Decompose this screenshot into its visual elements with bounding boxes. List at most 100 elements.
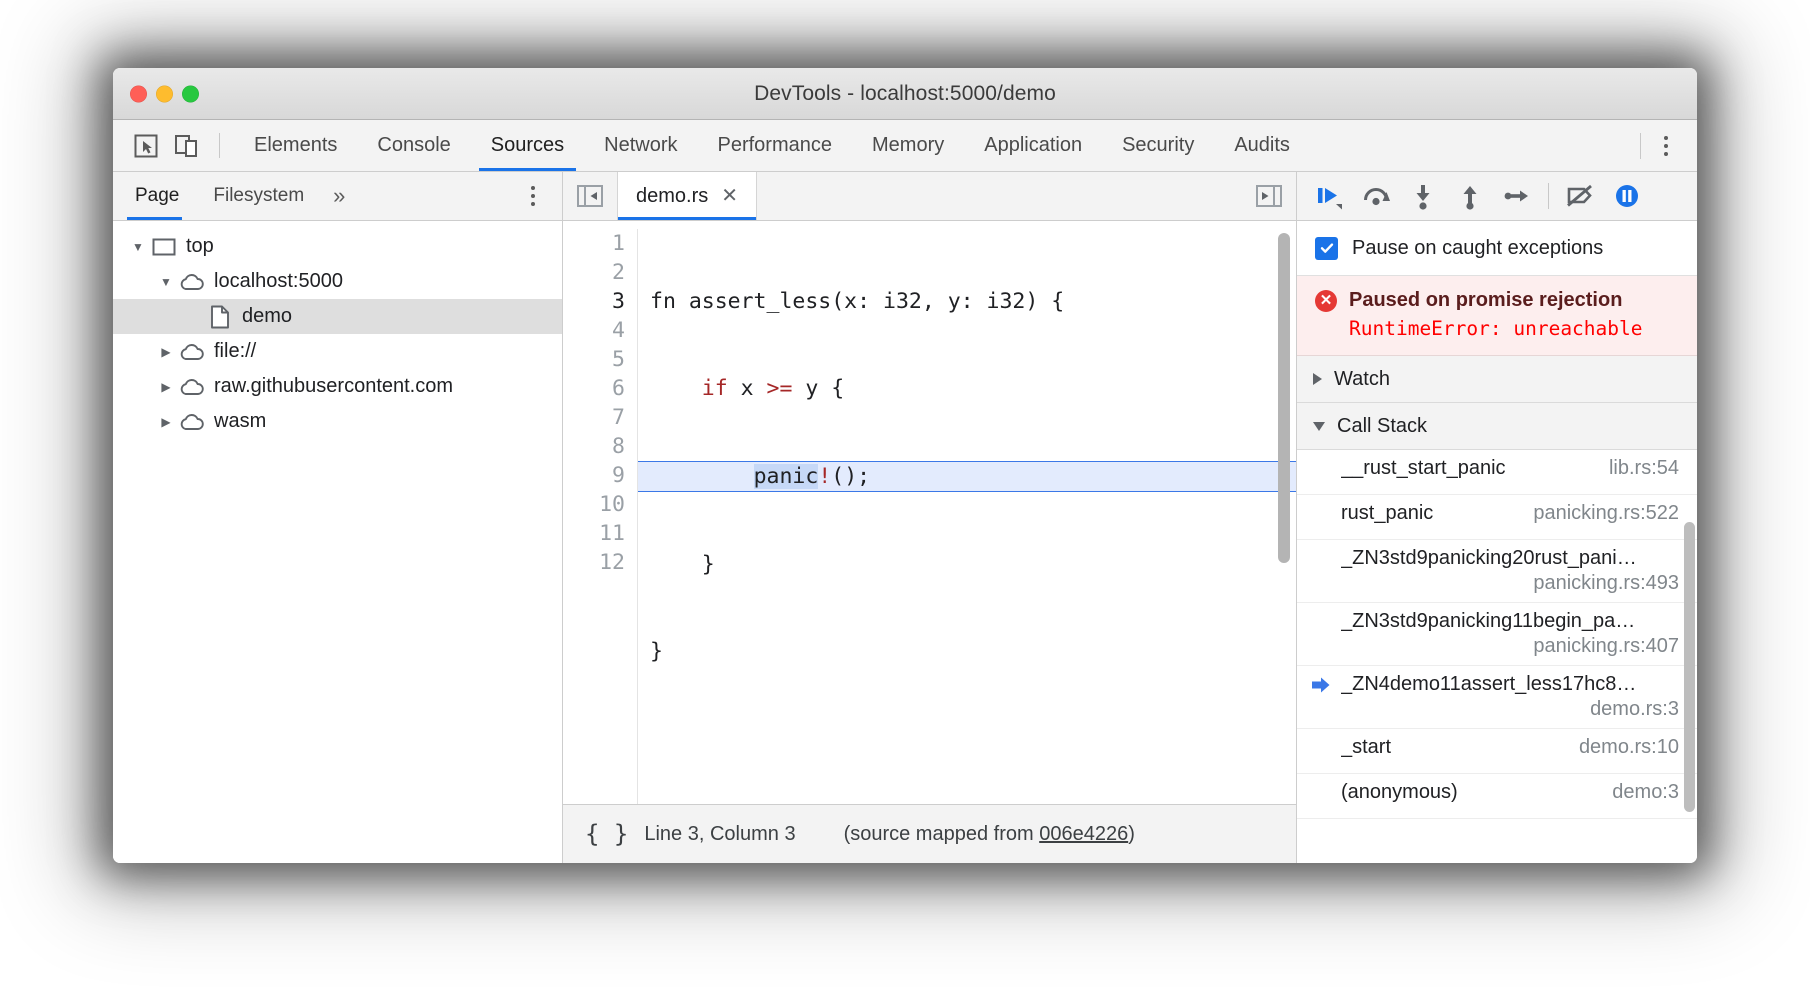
tab-audits[interactable]: Audits [1214, 120, 1310, 171]
call-stack-frame[interactable]: _ZN3std9panicking11begin_pa… panicking.r… [1297, 603, 1697, 666]
close-window-button[interactable] [130, 85, 147, 102]
source-map-link[interactable]: 006e4226 [1039, 823, 1128, 845]
code-text: y { [792, 376, 844, 401]
show-navigator-icon[interactable] [563, 172, 617, 220]
call-stack-frame[interactable]: __rust_start_panic lib.rs:54 [1297, 450, 1697, 495]
tab-security[interactable]: Security [1102, 120, 1214, 171]
code-line-1[interactable]: fn assert_less(x: i32, y: i32) { [650, 287, 1296, 316]
line-number-gutter[interactable]: 1 2 3 4 5 6 7 8 9 10 11 12 [563, 229, 638, 804]
line-number[interactable]: 2 [563, 258, 625, 287]
navigator-tabbar: Page Filesystem » [113, 172, 562, 221]
editor-scrollbar[interactable] [1278, 233, 1290, 563]
chevron-down-icon[interactable] [1313, 422, 1325, 431]
call-stack-frame[interactable]: _ZN3std9panicking20rust_pani… panicking.… [1297, 540, 1697, 603]
paused-banner-message: RuntimeError: unreachable [1315, 312, 1679, 340]
line-number[interactable]: 4 [563, 316, 625, 345]
call-stack-frame-location: demo.rs:3 [1311, 696, 1679, 721]
code-line-6[interactable] [650, 724, 1296, 753]
tab-network[interactable]: Network [584, 120, 697, 171]
close-icon[interactable]: ✕ [721, 186, 738, 206]
pretty-print-braces-icon[interactable]: { } [563, 820, 644, 848]
line-number[interactable]: 7 [563, 403, 625, 432]
tree-item-localhost[interactable]: ▼ localhost:5000 [113, 264, 562, 299]
paused-banner: ✕ Paused on promise rejection RuntimeErr… [1297, 276, 1697, 356]
navigator-tab-page[interactable]: Page [113, 172, 196, 220]
tab-elements[interactable]: Elements [234, 120, 357, 171]
editor-tab-demo-rs[interactable]: demo.rs ✕ [617, 172, 757, 220]
call-stack-frame-current[interactable]: _ZN4demo11assert_less17hc8… demo.rs:3 [1297, 666, 1697, 729]
chevron-down-icon[interactable]: ▼ [155, 275, 177, 289]
resume-play-icon[interactable] [1307, 176, 1351, 216]
chevron-down-icon[interactable]: ▼ [127, 240, 149, 254]
step-out-icon[interactable] [1448, 176, 1492, 216]
chevron-right-icon[interactable]: ▶ [155, 345, 177, 359]
cloud-icon [177, 377, 207, 397]
line-number[interactable]: 6 [563, 374, 625, 403]
line-number[interactable]: 8 [563, 432, 625, 461]
call-stack-frame-row: (anonymous) demo:3 [1311, 781, 1679, 804]
tree-item-raw-githubusercontent[interactable]: ▶ raw.githubusercontent.com [113, 369, 562, 404]
tree-item-label: localhost:5000 [207, 270, 343, 293]
pause-on-exceptions-icon[interactable] [1605, 176, 1649, 216]
tab-console[interactable]: Console [357, 120, 470, 171]
tab-performance[interactable]: Performance [698, 120, 853, 171]
toolbar-divider [219, 133, 220, 158]
call-stack-frame-location: demo.rs:10 [1579, 736, 1679, 759]
line-number[interactable]: 3 [563, 287, 625, 316]
inspect-cursor-icon[interactable] [130, 130, 162, 162]
editor-tab-label: demo.rs [636, 185, 708, 208]
line-number[interactable]: 1 [563, 229, 625, 258]
call-stack-frame[interactable]: _start demo.rs:10 [1297, 729, 1697, 774]
line-number[interactable]: 12 [563, 548, 625, 577]
debugger-toolbar [1297, 172, 1697, 221]
tree-item-top[interactable]: ▼ top [113, 229, 562, 264]
pause-on-caught-exceptions-label: Pause on caught exceptions [1352, 237, 1603, 260]
code-line-3-highlighted[interactable]: panic!(); [638, 461, 1296, 492]
step-over-icon[interactable] [1354, 176, 1398, 216]
cursor-position: Line 3, Column 3 [644, 823, 843, 846]
deactivate-breakpoints-icon[interactable] [1558, 176, 1602, 216]
tree-item-file-protocol[interactable]: ▶ file:// [113, 334, 562, 369]
editor-tabbar: demo.rs ✕ [563, 172, 1296, 221]
tab-memory[interactable]: Memory [852, 120, 964, 171]
line-number[interactable]: 11 [563, 519, 625, 548]
code-line-2[interactable]: if x >= y { [650, 374, 1296, 403]
line-number[interactable]: 5 [563, 345, 625, 374]
chevron-double-right-icon[interactable]: » [321, 172, 357, 220]
kebab-menu-icon[interactable] [1651, 129, 1681, 163]
navigator-tab-filesystem[interactable]: Filesystem [196, 172, 321, 220]
step-icon[interactable] [1495, 176, 1539, 216]
line-number[interactable]: 10 [563, 490, 625, 519]
line-number[interactable]: 9 [563, 461, 625, 490]
chevron-right-icon[interactable]: ▶ [155, 380, 177, 394]
step-into-icon[interactable] [1401, 176, 1445, 216]
show-debugger-icon[interactable] [1242, 172, 1296, 220]
code-lines[interactable]: fn assert_less(x: i32, y: i32) { if x >=… [638, 229, 1296, 804]
devtools-body: Page Filesystem » ▼ top [113, 172, 1697, 863]
code-line-5[interactable]: } [650, 637, 1296, 666]
call-stack-frame-row: __rust_start_panic lib.rs:54 [1311, 457, 1679, 480]
tab-sources[interactable]: Sources [471, 120, 584, 171]
call-stack-list[interactable]: __rust_start_panic lib.rs:54 rust_panic … [1297, 450, 1697, 863]
pause-on-caught-exceptions-checkbox[interactable] [1315, 237, 1338, 260]
tree-item-wasm[interactable]: ▶ wasm [113, 404, 562, 439]
tree-item-label: demo [235, 305, 292, 328]
code-line-4[interactable]: } [650, 550, 1296, 579]
tree-item-demo[interactable]: demo [113, 299, 562, 334]
pause-on-caught-exceptions-row[interactable]: Pause on caught exceptions [1297, 221, 1697, 276]
device-toolbar-icon[interactable] [170, 130, 202, 162]
editor-viewport[interactable]: 1 2 3 4 5 6 7 8 9 10 11 12 [563, 221, 1296, 804]
debugger-scrollbar[interactable] [1684, 522, 1695, 812]
call-stack-frame[interactable]: (anonymous) demo:3 [1297, 774, 1697, 819]
chevron-right-icon[interactable]: ▶ [155, 415, 177, 429]
navigator-kebab-menu-icon[interactable] [518, 179, 548, 213]
tab-application[interactable]: Application [964, 120, 1102, 171]
watch-section-header[interactable]: Watch [1297, 356, 1697, 403]
call-stack-frame[interactable]: rust_panic panicking.rs:522 [1297, 495, 1697, 540]
call-stack-section-header[interactable]: Call Stack [1297, 403, 1697, 450]
editor-column: demo.rs ✕ 1 [563, 172, 1297, 863]
maximize-window-button[interactable] [182, 85, 199, 102]
chevron-right-icon[interactable] [1313, 373, 1322, 385]
source-code[interactable]: 1 2 3 4 5 6 7 8 9 10 11 12 [563, 221, 1296, 804]
minimize-window-button[interactable] [156, 85, 173, 102]
